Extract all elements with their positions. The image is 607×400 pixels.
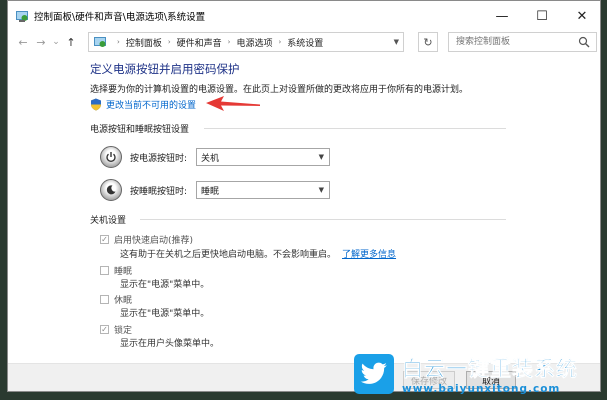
- chevron-right-icon: ›: [117, 38, 120, 46]
- power-button-action-value: 关机: [201, 153, 220, 164]
- change-settings-link-text[interactable]: 更改当前不可用的设置: [106, 98, 196, 111]
- page-title: 定义电源按钮并启用密码保护: [90, 62, 240, 76]
- power-buttons-section-title: 电源按钮和睡眠按钮设置: [90, 125, 190, 135]
- fast-startup-option[interactable]: ✓ 启用快速启动(推荐): [100, 233, 193, 246]
- sleep-button-row: 按睡眠按钮时: 睡眠 ▼: [100, 179, 330, 201]
- breadcrumb-system-settings[interactable]: 系统设置: [287, 36, 323, 49]
- fast-startup-description: 这有助于在关机之后更快地启动电脑。不会影响重启。 了解更多信息: [120, 247, 396, 260]
- navigation-bar: ← → ⌄ ↑ › 控制面板 › 硬件和声音 › 电源选项 › 系统设置 ▼ ↻: [8, 30, 600, 54]
- control-panel-icon: [16, 11, 28, 22]
- lock-option[interactable]: ✓ 锁定: [100, 323, 132, 336]
- search-input[interactable]: [454, 36, 576, 48]
- close-button[interactable]: ✕: [564, 1, 600, 31]
- power-button-row: 按电源按钮时: 关机 ▼: [100, 146, 330, 168]
- up-button[interactable]: ↑: [62, 32, 80, 52]
- power-button-icon: [100, 146, 122, 168]
- chevron-right-icon: ›: [227, 38, 231, 46]
- breadcrumb-hardware-sound[interactable]: 硬件和声音: [177, 36, 222, 49]
- section-divider: [140, 219, 506, 220]
- sleep-button-action-select[interactable]: 睡眠 ▼: [196, 181, 330, 199]
- shutdown-section-title: 关机设置: [90, 216, 127, 226]
- window-title: 控制面板\硬件和声音\电源选项\系统设置: [34, 12, 206, 23]
- lock-description: 显示在用户头像菜单中。: [120, 339, 220, 349]
- minimize-button[interactable]: —: [484, 1, 520, 31]
- hibernate-checkbox[interactable]: [100, 295, 109, 304]
- lock-label: 锁定: [114, 326, 133, 336]
- watermark-chinese-text: 白云一键重装系统: [402, 357, 578, 382]
- breadcrumb-power-options[interactable]: 电源选项: [236, 36, 272, 49]
- power-button-action-select[interactable]: 关机 ▼: [196, 148, 330, 166]
- chevron-down-icon: ▼: [318, 186, 324, 194]
- chevron-right-icon: ›: [167, 38, 171, 46]
- sleep-description: 显示在"电源"菜单中。: [120, 280, 210, 290]
- red-arrow-annotation: [206, 96, 260, 111]
- address-bar[interactable]: › 控制面板 › 硬件和声音 › 电源选项 › 系统设置 ▼: [88, 32, 404, 52]
- sleep-button-label: 按睡眠按钮时:: [130, 186, 188, 197]
- learn-more-link[interactable]: 了解更多信息: [342, 250, 396, 260]
- control-panel-window: 控制面板\硬件和声音\电源选项\系统设置 — ☐ ✕ ← → ⌄ ↑ › 控制面…: [7, 0, 601, 392]
- hibernate-option[interactable]: 休眠: [100, 293, 132, 306]
- sleep-checkbox[interactable]: [100, 266, 109, 275]
- uac-shield-icon: [91, 98, 101, 111]
- refresh-button[interactable]: ↻: [418, 32, 438, 52]
- change-settings-link[interactable]: 更改当前不可用的设置: [90, 98, 196, 111]
- content-area: 定义电源按钮并启用密码保护 选择要为你的计算机设置的电源设置。在此页上对设置所做…: [8, 55, 600, 391]
- breadcrumb-control-panel[interactable]: 控制面板: [126, 36, 162, 49]
- search-icon[interactable]: [578, 36, 590, 48]
- section-divider: [204, 128, 506, 129]
- hibernate-description: 显示在"电源"菜单中。: [120, 309, 210, 319]
- title-bar: 控制面板\硬件和声音\电源选项\系统设置 — ☐ ✕: [8, 1, 600, 31]
- site-watermark: 白云一键重装系统 www.baiyunxitong.com: [354, 348, 604, 400]
- sleep-button-icon: [100, 179, 122, 201]
- recent-locations-button[interactable]: ⌄: [50, 32, 62, 52]
- chevron-right-icon: ›: [278, 38, 282, 46]
- hibernate-label: 休眠: [114, 296, 133, 306]
- lock-checkbox[interactable]: ✓: [100, 325, 109, 334]
- fast-startup-label: 启用快速启动(推荐): [114, 236, 194, 246]
- page-description: 选择要为你的计算机设置的电源设置。在此页上对设置所做的更改将应用于你所有的电源计…: [90, 85, 469, 95]
- sleep-button-action-value: 睡眠: [201, 186, 220, 197]
- control-panel-icon: [94, 37, 106, 47]
- fast-startup-checkbox[interactable]: ✓: [100, 235, 109, 244]
- forward-button[interactable]: →: [32, 32, 50, 52]
- maximize-button[interactable]: ☐: [524, 1, 560, 31]
- twitter-bird-logo-icon: [354, 354, 394, 394]
- chevron-down-icon: ▼: [318, 153, 324, 161]
- fast-startup-desc-text: 这有助于在关机之后更快地启动电脑。不会影响重启。: [120, 250, 337, 260]
- chevron-down-icon[interactable]: ▼: [394, 38, 399, 46]
- watermark-url-text: www.baiyunxitong.com: [402, 383, 561, 395]
- search-box[interactable]: [448, 32, 597, 52]
- back-button[interactable]: ←: [14, 32, 32, 52]
- power-button-label: 按电源按钮时:: [130, 153, 188, 164]
- sleep-option[interactable]: 睡眠: [100, 264, 132, 277]
- sleep-label: 睡眠: [114, 267, 133, 277]
